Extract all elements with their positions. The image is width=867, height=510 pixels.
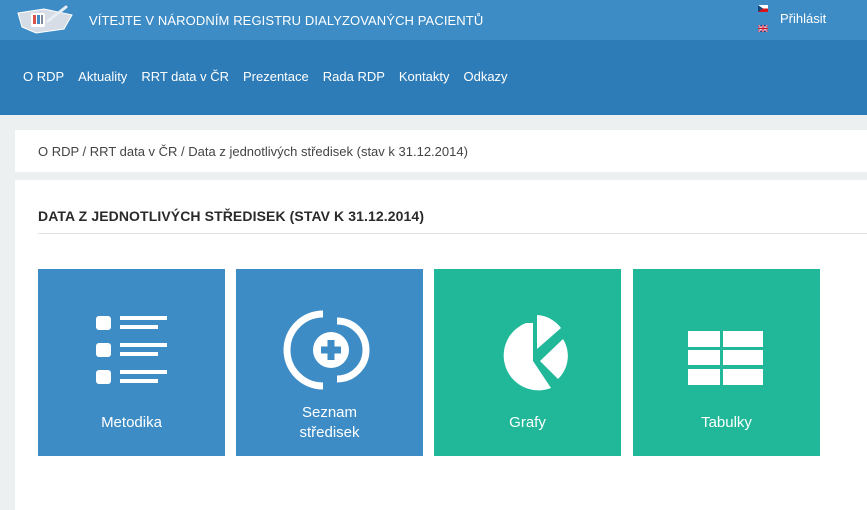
login-link[interactable]: Přihlásit — [780, 11, 826, 26]
tile-seznam-stredisek[interactable]: Seznam středisek — [236, 269, 423, 456]
nav-item-kontakty[interactable]: Kontakty — [399, 69, 450, 84]
tile-tabulky[interactable]: Tabulky — [633, 269, 820, 456]
main-panel: DATA Z JEDNOTLIVÝCH STŘEDISEK (STAV K 31… — [15, 180, 867, 510]
breadcrumb: O RDP / RRT data v ČR / Data z jednotliv… — [15, 130, 867, 172]
tile-label-grafy: Grafy — [509, 414, 546, 431]
czech-flag-icon[interactable] — [758, 5, 768, 12]
breadcrumb-text[interactable]: O RDP / RRT data v ČR / Data z jednotliv… — [38, 144, 468, 159]
nav-item-aktuality[interactable]: Aktuality — [78, 69, 127, 84]
nav-item-odkazy[interactable]: Odkazy — [463, 69, 507, 84]
site-title: VÍTEJTE V NÁRODNÍM REGISTRU DIALYZOVANÝC… — [89, 13, 484, 28]
main-nav: O RDP Aktuality RRT data v ČR Prezentace… — [0, 40, 867, 115]
nav-item-rrt-data[interactable]: RRT data v ČR — [141, 69, 229, 84]
page-title: DATA Z JEDNOTLIVÝCH STŘEDISEK (STAV K 31… — [38, 208, 425, 224]
tile-grafy[interactable]: Grafy — [434, 269, 621, 456]
tile-label-seznam-stredisek: Seznam středisek — [236, 403, 423, 443]
tile-label-metodika: Metodika — [101, 414, 162, 431]
nav-item-rada-rdp[interactable]: Rada RDP — [323, 69, 385, 84]
nav-item-o-rdp[interactable]: O RDP — [23, 69, 64, 84]
tile-label-tabulky: Tabulky — [701, 414, 752, 431]
uk-flag-icon[interactable] — [758, 25, 768, 32]
nav-item-prezentace[interactable]: Prezentace — [243, 69, 309, 84]
title-divider — [38, 233, 867, 234]
site-logo[interactable] — [14, 3, 76, 37]
tile-metodika[interactable]: Metodika — [38, 269, 225, 456]
top-header: VÍTEJTE V NÁRODNÍM REGISTRU DIALYZOVANÝC… — [0, 0, 867, 40]
tile-label-line2: středisek — [299, 424, 360, 441]
tile-label-line1: Seznam — [301, 404, 358, 421]
